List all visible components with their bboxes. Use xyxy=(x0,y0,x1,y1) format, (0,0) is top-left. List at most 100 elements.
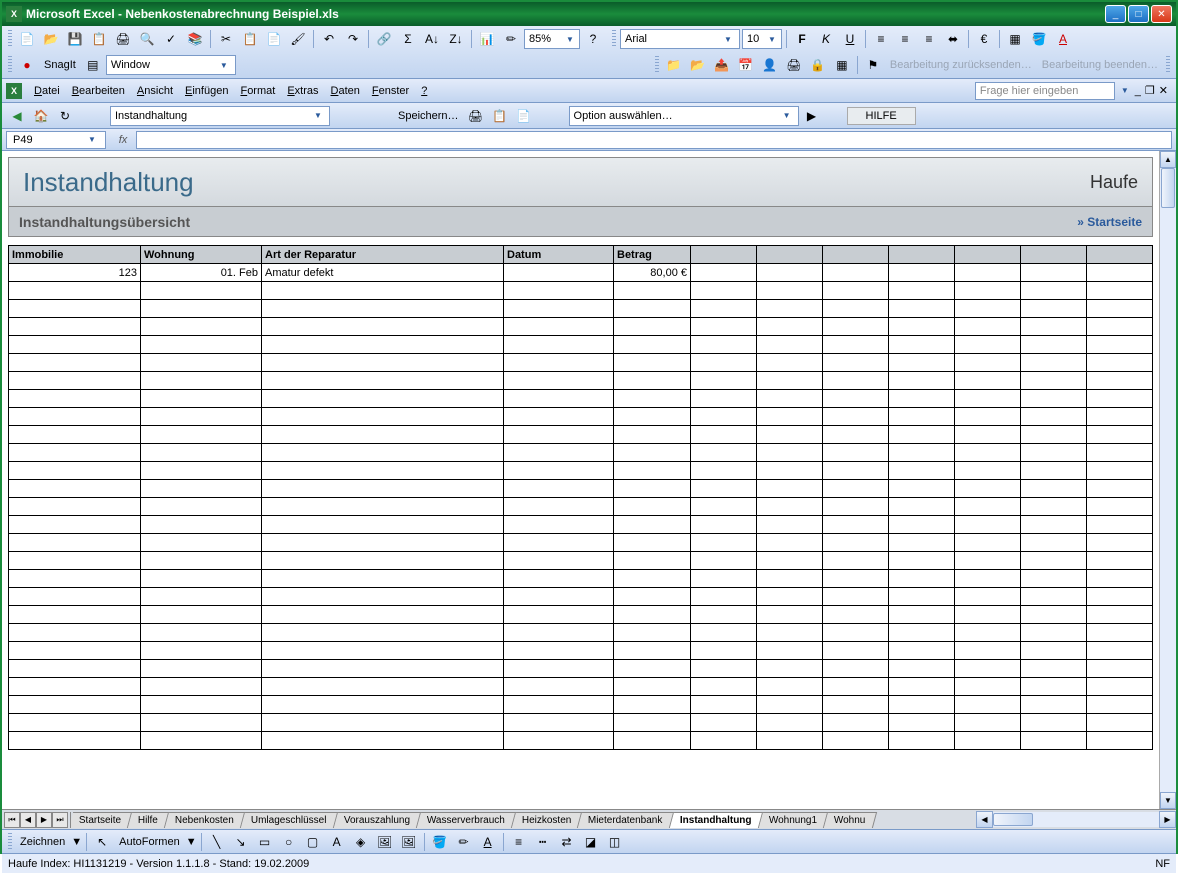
cell-blank[interactable] xyxy=(9,498,141,516)
cell-blank[interactable] xyxy=(614,534,691,552)
cell-blank[interactable] xyxy=(504,444,614,462)
menu-extras[interactable]: Extras xyxy=(281,83,324,99)
cell-blank[interactable] xyxy=(9,534,141,552)
cell-blank[interactable] xyxy=(614,318,691,336)
horizontal-scrollbar[interactable]: ◀ ▶ xyxy=(976,811,1176,828)
cell-blank[interactable] xyxy=(823,570,889,588)
cell-blank[interactable] xyxy=(1021,354,1087,372)
diagram-icon[interactable]: ◈ xyxy=(350,831,372,853)
cell-blank[interactable] xyxy=(504,390,614,408)
cell-blank[interactable] xyxy=(262,336,504,354)
cell-blank[interactable] xyxy=(1021,678,1087,696)
cell-blank[interactable] xyxy=(9,642,141,660)
toolbar-handle[interactable] xyxy=(8,30,12,48)
cell-blank[interactable] xyxy=(823,678,889,696)
cell-blank[interactable] xyxy=(691,516,757,534)
cell-blank[interactable] xyxy=(262,678,504,696)
cell-blank[interactable] xyxy=(889,264,955,282)
align-left-icon[interactable]: ≡ xyxy=(870,28,892,50)
cell-blank[interactable] xyxy=(823,660,889,678)
cell-blank[interactable] xyxy=(262,282,504,300)
document-lock-icon[interactable]: 🔒 xyxy=(807,54,829,76)
cell-blank[interactable] xyxy=(504,300,614,318)
table-row[interactable] xyxy=(9,354,1153,372)
cell-blank[interactable] xyxy=(141,570,262,588)
nav-refresh-icon[interactable]: ↻ xyxy=(54,105,76,127)
cell-blank[interactable] xyxy=(9,300,141,318)
cell-blank[interactable] xyxy=(141,408,262,426)
redo-icon[interactable]: ↷ xyxy=(342,28,364,50)
toolbar-handle[interactable] xyxy=(8,833,12,851)
font-color-icon[interactable]: A xyxy=(1052,28,1074,50)
maximize-button[interactable]: □ xyxy=(1128,5,1149,23)
line-style-icon[interactable]: ≡ xyxy=(508,831,530,853)
cell-blank[interactable] xyxy=(141,480,262,498)
tab-first-icon[interactable]: ⏮ xyxy=(4,812,20,828)
cell-blank[interactable] xyxy=(823,372,889,390)
cell-blank[interactable] xyxy=(757,336,823,354)
cell-blank[interactable] xyxy=(889,642,955,660)
cell-blank[interactable] xyxy=(141,696,262,714)
draw-menu[interactable]: Zeichnen xyxy=(16,836,69,848)
cell-blank[interactable] xyxy=(889,354,955,372)
cell-blank[interactable] xyxy=(823,282,889,300)
cell-blank[interactable] xyxy=(262,660,504,678)
cell-blank[interactable] xyxy=(504,282,614,300)
cell-blank[interactable] xyxy=(262,534,504,552)
cell-art[interactable]: Amatur defekt xyxy=(262,264,504,282)
cell-blank[interactable] xyxy=(614,660,691,678)
cell-blank[interactable] xyxy=(955,390,1021,408)
cell-blank[interactable] xyxy=(823,714,889,732)
cell-blank[interactable] xyxy=(9,444,141,462)
table-row[interactable] xyxy=(9,534,1153,552)
cell-blank[interactable] xyxy=(1087,408,1153,426)
cell-blank[interactable] xyxy=(757,372,823,390)
table-row[interactable] xyxy=(9,444,1153,462)
cell-blank[interactable] xyxy=(757,606,823,624)
cell-blank[interactable] xyxy=(1021,480,1087,498)
cell-blank[interactable] xyxy=(504,678,614,696)
cell-blank[interactable] xyxy=(757,390,823,408)
cell-blank[interactable] xyxy=(823,444,889,462)
cell-blank[interactable] xyxy=(889,462,955,480)
cell-blank[interactable] xyxy=(262,732,504,750)
cell-blank[interactable] xyxy=(141,714,262,732)
cell-blank[interactable] xyxy=(614,606,691,624)
cell-blank[interactable] xyxy=(9,354,141,372)
cell-blank[interactable] xyxy=(889,498,955,516)
cell-blank[interactable] xyxy=(757,282,823,300)
cell-blank[interactable] xyxy=(691,642,757,660)
cell-blank[interactable] xyxy=(889,606,955,624)
table-row[interactable] xyxy=(9,426,1153,444)
cell-blank[interactable] xyxy=(1021,264,1087,282)
cell-blank[interactable] xyxy=(614,696,691,714)
cell-blank[interactable] xyxy=(141,300,262,318)
cell-blank[interactable] xyxy=(955,372,1021,390)
cell-blank[interactable] xyxy=(955,714,1021,732)
table-row[interactable] xyxy=(9,480,1153,498)
cell-blank[interactable] xyxy=(9,660,141,678)
cell-blank[interactable] xyxy=(262,480,504,498)
cell-blank[interactable] xyxy=(9,336,141,354)
cell-blank[interactable] xyxy=(504,318,614,336)
sort-asc-icon[interactable]: A↓ xyxy=(421,28,443,50)
cell-blank[interactable] xyxy=(1021,696,1087,714)
cell-blank[interactable] xyxy=(1087,714,1153,732)
cell-blank[interactable] xyxy=(757,408,823,426)
cell-blank[interactable] xyxy=(955,552,1021,570)
cell-blank[interactable] xyxy=(614,552,691,570)
cell-blank[interactable] xyxy=(1021,444,1087,462)
cell-blank[interactable] xyxy=(141,642,262,660)
cell-blank[interactable] xyxy=(955,264,1021,282)
cell-blank[interactable] xyxy=(504,552,614,570)
cell-blank[interactable] xyxy=(9,696,141,714)
document-icon[interactable]: 📄 xyxy=(513,105,535,127)
cell-blank[interactable] xyxy=(614,570,691,588)
tab-umlageschlüssel[interactable]: Umlageschlüssel xyxy=(241,812,338,828)
cell-blank[interactable] xyxy=(889,408,955,426)
cell-blank[interactable] xyxy=(614,300,691,318)
tab-next-icon[interactable]: ▶ xyxy=(36,812,52,828)
cell-blank[interactable] xyxy=(262,462,504,480)
fill-color-icon[interactable]: 🪣 xyxy=(429,831,451,853)
cell-blank[interactable] xyxy=(614,408,691,426)
